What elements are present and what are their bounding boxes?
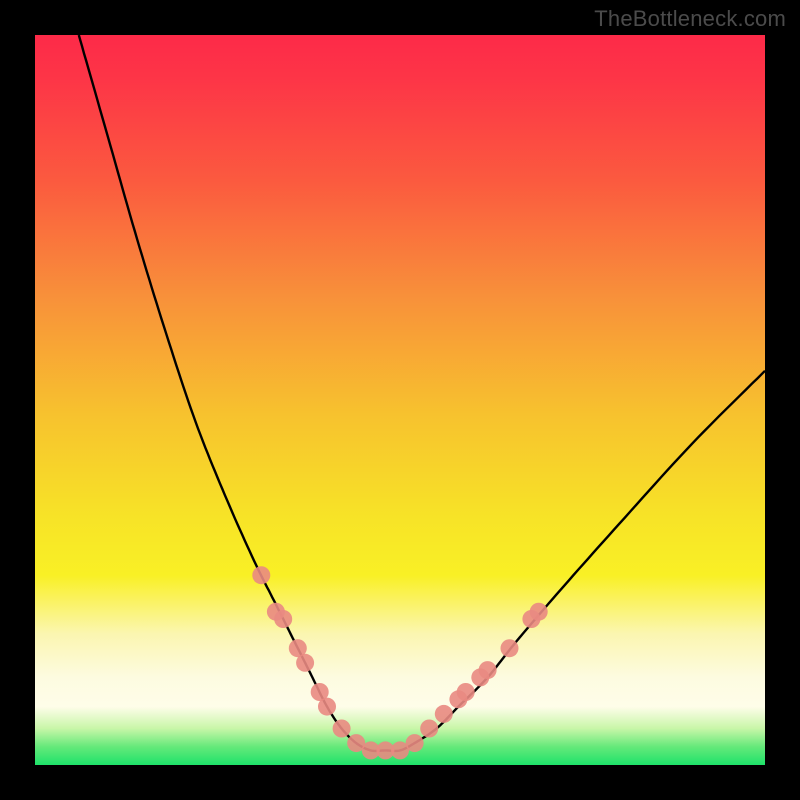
bottleneck-curve xyxy=(79,35,765,751)
data-marker xyxy=(318,698,336,716)
data-marker xyxy=(457,683,475,701)
data-marker xyxy=(479,661,497,679)
data-marker xyxy=(333,720,351,738)
curve-svg xyxy=(35,35,765,765)
plot-area xyxy=(35,35,765,765)
chart-frame: TheBottleneck.com xyxy=(0,0,800,800)
data-marker xyxy=(420,720,438,738)
data-marker xyxy=(530,603,548,621)
marker-group xyxy=(252,566,547,759)
data-marker xyxy=(435,705,453,723)
data-marker xyxy=(252,566,270,584)
data-marker xyxy=(274,610,292,628)
data-marker xyxy=(501,639,519,657)
data-marker xyxy=(406,734,424,752)
watermark-text: TheBottleneck.com xyxy=(594,6,786,32)
data-marker xyxy=(296,654,314,672)
